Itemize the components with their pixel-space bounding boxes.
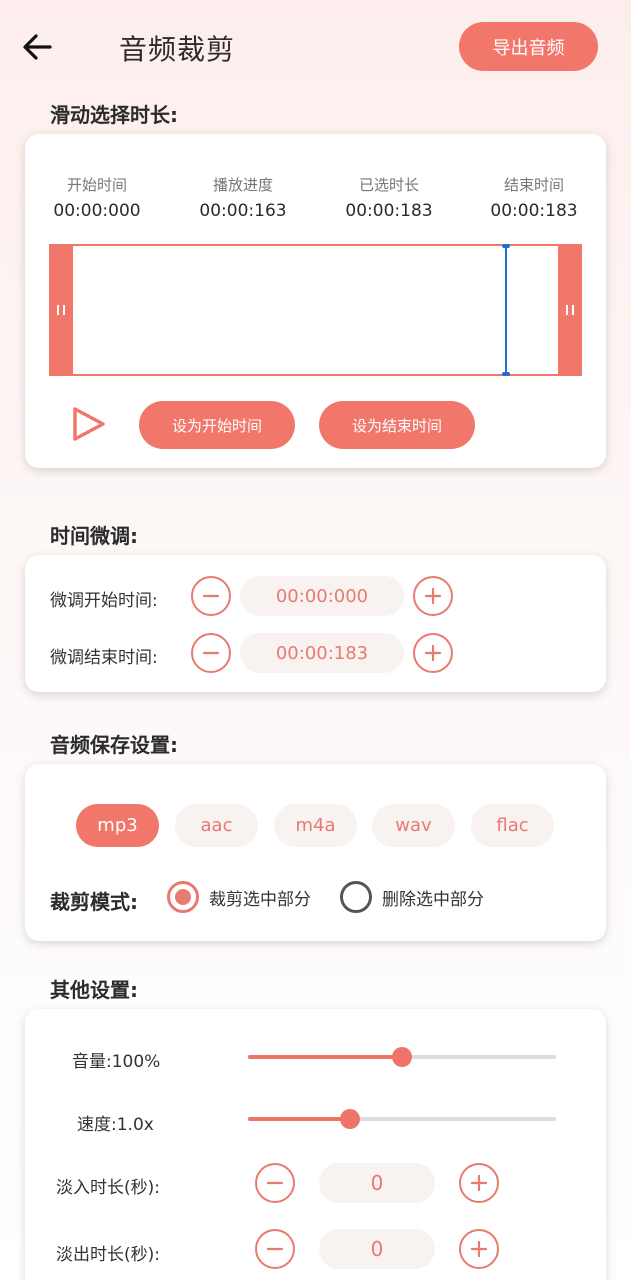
play-icon xyxy=(73,407,105,441)
speed-thumb[interactable] xyxy=(339,1109,360,1129)
plus-icon xyxy=(424,587,442,605)
grip-icon xyxy=(566,305,574,315)
arrow-left-icon xyxy=(23,34,52,60)
other-settings-card: 音量:100% 速度:1.0x 淡入时长(秒): 0 淡出时长(秒): 0 xyxy=(25,1009,606,1280)
minus-icon xyxy=(266,1247,284,1251)
radio-delete-selected[interactable]: 删除选中部分 xyxy=(340,881,484,913)
fine-tune-end-label: 微调结束时间: xyxy=(50,648,158,668)
volume-thumb[interactable] xyxy=(392,1047,412,1067)
minus-icon xyxy=(202,651,220,655)
back-button[interactable] xyxy=(22,26,70,68)
radio-checked-icon xyxy=(167,881,199,913)
speed-label: 速度:1.0x xyxy=(77,1115,154,1135)
start-increment-button[interactable] xyxy=(413,576,453,616)
stat-label: 已选时长 xyxy=(358,176,419,194)
play-button[interactable] xyxy=(69,404,109,444)
fade-out-increment-button[interactable] xyxy=(459,1229,499,1269)
set-start-time-button[interactable]: 设为开始时间 xyxy=(139,401,295,449)
set-end-time-button[interactable]: 设为结束时间 xyxy=(319,401,475,449)
radio-crop-selected[interactable]: 裁剪选中部分 xyxy=(167,881,311,913)
start-time-field[interactable]: 00:00:000 xyxy=(240,576,404,616)
end-time-field[interactable]: 00:00:183 xyxy=(240,633,404,673)
page-title: 音频裁剪 xyxy=(119,33,236,66)
format-aac[interactable]: aac xyxy=(175,804,258,847)
grip-icon xyxy=(57,305,65,315)
fade-out-decrement-button[interactable] xyxy=(255,1229,295,1269)
fade-in-increment-button[interactable] xyxy=(459,1163,499,1203)
speed-slider[interactable] xyxy=(248,1107,556,1131)
section-title-save-settings: 音频保存设置: xyxy=(50,733,178,757)
fade-in-decrement-button[interactable] xyxy=(255,1163,295,1203)
stat-value: 00:00:163 xyxy=(199,201,287,221)
fade-in-field[interactable]: 0 xyxy=(319,1163,435,1203)
stat-label: 播放进度 xyxy=(212,176,273,194)
crop-mode-label: 裁剪模式: xyxy=(50,890,138,914)
fade-out-field[interactable]: 0 xyxy=(319,1229,435,1269)
radio-unchecked-icon xyxy=(340,881,372,913)
start-handle[interactable] xyxy=(49,244,73,376)
format-wav[interactable]: wav xyxy=(372,804,455,847)
selection-card: 开始时间 00:00:000 播放进度 00:00:163 已选时长 00:00… xyxy=(25,134,606,468)
plus-icon xyxy=(424,644,442,662)
format-m4a[interactable]: m4a xyxy=(274,804,357,847)
stat-label: 开始时间 xyxy=(66,176,127,194)
plus-icon xyxy=(470,1240,488,1258)
end-handle[interactable] xyxy=(558,244,582,376)
save-settings-card: mp3 aac m4a wav flac 裁剪模式: 裁剪选中部分 删除选中部分 xyxy=(25,764,606,941)
section-title-other-settings: 其他设置: xyxy=(50,978,138,1002)
section-title-fine-tune: 时间微调: xyxy=(50,524,138,548)
fade-in-label: 淡入时长(秒): xyxy=(56,1178,160,1198)
fine-tune-start-label: 微调开始时间: xyxy=(50,591,158,611)
plus-icon xyxy=(470,1174,488,1192)
end-increment-button[interactable] xyxy=(413,633,453,673)
radio-label: 裁剪选中部分 xyxy=(209,889,311,910)
format-mp3[interactable]: mp3 xyxy=(76,804,159,847)
stat-value: 00:00:183 xyxy=(345,201,433,221)
volume-slider[interactable] xyxy=(248,1045,556,1069)
waveform-selector[interactable] xyxy=(49,244,582,376)
fine-tune-card: 微调开始时间: 00:00:000 微调结束时间: 00:00:183 xyxy=(25,555,606,692)
radio-label: 删除选中部分 xyxy=(382,889,484,910)
stat-end-time: 结束时间 00:00:183 xyxy=(474,174,594,221)
section-title-select-duration: 滑动选择时长: xyxy=(50,103,178,127)
minus-icon xyxy=(202,594,220,598)
volume-fill xyxy=(248,1055,402,1059)
stat-value: 00:00:000 xyxy=(53,201,141,221)
stat-value: 00:00:183 xyxy=(490,201,578,221)
stat-label: 结束时间 xyxy=(503,176,564,194)
stat-play-progress: 播放进度 00:00:163 xyxy=(183,174,303,221)
playhead[interactable] xyxy=(501,244,510,376)
stat-selected-duration: 已选时长 00:00:183 xyxy=(329,174,449,221)
volume-label: 音量:100% xyxy=(72,1052,161,1072)
end-decrement-button[interactable] xyxy=(191,633,231,673)
fade-out-label: 淡出时长(秒): xyxy=(56,1245,160,1265)
format-flac[interactable]: flac xyxy=(471,804,554,847)
stat-start-time: 开始时间 00:00:000 xyxy=(37,174,157,221)
minus-icon xyxy=(266,1181,284,1185)
speed-fill xyxy=(248,1117,350,1121)
export-audio-button[interactable]: 导出音频 xyxy=(459,22,598,71)
start-decrement-button[interactable] xyxy=(191,576,231,616)
